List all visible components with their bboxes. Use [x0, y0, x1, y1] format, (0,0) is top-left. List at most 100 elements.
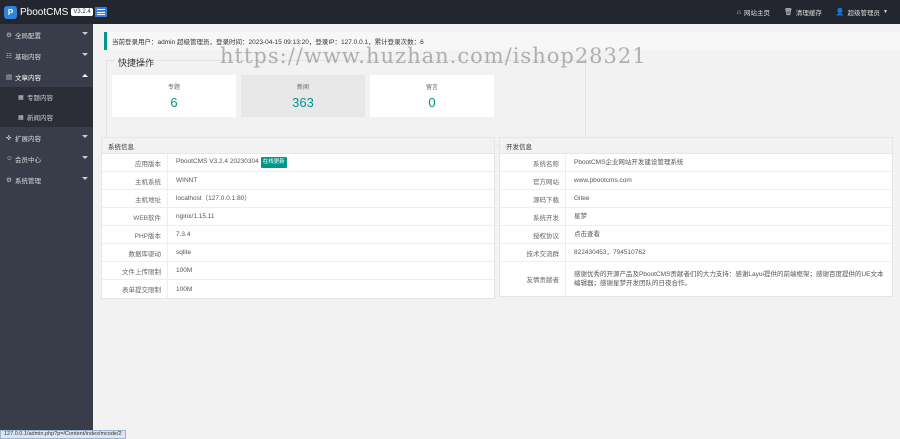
row-value: 7.3.4 [176, 231, 191, 238]
gitee-link[interactable]: Gitee [566, 194, 892, 203]
table-row: PHP版本 7.3.4 [102, 226, 494, 244]
quick-actions-title: 快捷操作 [115, 56, 158, 69]
row-key: 技术交流群 [500, 244, 566, 261]
table-row: 技术交流群 822430453，794510762 [500, 244, 892, 262]
card-label: 留言 [425, 85, 438, 91]
sidebar-subitem-news[interactable]: ▦ 新闻内容 [0, 107, 93, 127]
quick-card-topic[interactable]: 专题 6 [112, 75, 236, 117]
user-icon: ☺ [6, 155, 13, 162]
table-row: 官方网站 www.pbootcms.com [500, 172, 892, 190]
sidebar-subitem-topic[interactable]: ▦ 专题内容 [0, 87, 93, 107]
gear-icon: ⚙ [6, 31, 12, 39]
row-key: 主机地址 [102, 190, 168, 207]
sidebar-item-global-config[interactable]: ⚙ 全局配置 [0, 24, 93, 45]
sidebar-item-label: 全局配置 [15, 32, 41, 40]
table-row: 数据库驱动 sqlite [102, 244, 494, 262]
row-value: nginx/1.15.11 [176, 213, 215, 220]
system-info-panel: 系统信息 应用版本 PbootCMS V3.2.4 20230304 在线更新 主… [101, 137, 495, 299]
row-key: 友情贡献者 [500, 262, 566, 296]
row-value: PbootCMS企业网站开发建设管理系统 [574, 159, 684, 166]
table-row: 系统开发 星梦 [500, 208, 892, 226]
row-value: 感谢优秀的开源产品及PbootCMS贡献者们的大力支持：感谢Layui提供的前端… [574, 271, 884, 287]
row-value: 100M [176, 267, 193, 274]
row-value: WINNT [176, 177, 198, 184]
license-link[interactable]: 点击查看 [566, 230, 892, 239]
clear-cache-label: 清理缓存 [795, 10, 822, 17]
card-label: 新闻 [296, 85, 309, 91]
chevron-down-icon [82, 135, 88, 138]
chevron-down-icon [82, 156, 88, 159]
panel-title: 开发信息 [500, 138, 892, 154]
table-row: 源码下载 Gitee [500, 190, 892, 208]
browser-status-bar: 127.0.0.1/admin.php?p=/Content/index/mco… [0, 430, 126, 439]
row-value: 100M [176, 285, 193, 293]
logo-mark: P [4, 5, 17, 19]
sidebar-subitem-label: 新闻内容 [27, 115, 53, 122]
sidebar-item-label: 扩展内容 [15, 135, 41, 143]
card-value: 0 [428, 95, 436, 110]
online-update-button[interactable]: 在线更新 [260, 157, 287, 168]
brand-name: PbootCMS [20, 6, 69, 18]
puzzle-icon: ✜ [6, 134, 12, 142]
sidebar: ⚙ 全局配置 ☷ 基础内容 ▤ 文章内容 ▦ 专题内容 ▦ 新闻内容 ✜ 扩展内… [0, 24, 93, 439]
trash-icon: 🗑 [783, 9, 793, 16]
row-key: 系统开发 [500, 208, 566, 225]
dev-info-panel: 开发信息 系统名称 PbootCMS企业网站开发建设管理系统 官方网站 www.pb… [499, 137, 893, 297]
table-row: 友情贡献者 感谢优秀的开源产品及PbootCMS贡献者们的大力支持：感谢Layui… [500, 262, 892, 296]
menu-toggle-icon[interactable] [95, 7, 107, 17]
user-icon: 👤 [835, 9, 845, 16]
chevron-down-icon [82, 177, 88, 180]
user-menu[interactable]: 👤 超级管理员 ▼ [836, 7, 888, 17]
table-row: 表单提交限制 100M [102, 280, 494, 298]
quick-card-news[interactable]: 新闻 363 [241, 75, 365, 117]
row-value: sqlite [176, 249, 192, 256]
site-home-label: 网站主页 [743, 10, 770, 17]
sliders-icon: ☷ [6, 52, 12, 60]
row-value: 822430453，794510762 [574, 249, 646, 256]
sidebar-item-label: 会员中心 [15, 156, 41, 164]
clear-cache-link[interactable]: 🗑 清理缓存 [784, 7, 822, 17]
card-label: 专题 [167, 85, 180, 91]
row-key: 主机系统 [102, 172, 168, 189]
sidebar-item-member[interactable]: ☺ 会员中心 [0, 148, 93, 169]
doc-icon: ▦ [18, 114, 24, 121]
sidebar-item-basic-content[interactable]: ☷ 基础内容 [0, 45, 93, 66]
sidebar-submenu: ▦ 专题内容 ▦ 新闻内容 [0, 87, 93, 127]
card-value: 363 [292, 95, 314, 110]
sidebar-item-extension[interactable]: ✜ 扩展内容 [0, 127, 93, 148]
sidebar-item-label: 基础内容 [15, 53, 41, 61]
site-home-link[interactable]: ⌂ 网站主页 [736, 7, 770, 18]
row-value: localhost（127.0.0.1:80） [176, 195, 251, 202]
card-value: 6 [170, 95, 178, 110]
doc-icon: ▦ [18, 94, 24, 101]
sidebar-subitem-label: 专题内容 [27, 95, 53, 102]
row-key: 文件上传限制 [102, 262, 168, 279]
row-key: 授权协议 [500, 226, 566, 243]
row-key: 系统名称 [500, 154, 566, 171]
table-row: 主机系统 WINNT [102, 172, 494, 190]
row-key: 数据库驱动 [102, 244, 168, 261]
chevron-down-icon [82, 32, 88, 35]
file-icon: ▤ [6, 73, 13, 81]
table-row: 应用版本 PbootCMS V3.2.4 20230304 在线更新 [102, 154, 494, 172]
table-row: 文件上传限制 100M [102, 262, 494, 280]
quick-card-message[interactable]: 留言 0 [370, 75, 494, 117]
sidebar-item-system[interactable]: ⚙ 系统管理 [0, 169, 93, 190]
table-row: 授权协议 点击查看 [500, 226, 892, 244]
official-site-link[interactable]: www.pbootcms.com [566, 176, 892, 185]
row-key: 官方网站 [500, 172, 566, 189]
table-row: 主机地址 localhost（127.0.0.1:80） [102, 190, 494, 208]
sidebar-item-article-content[interactable]: ▤ 文章内容 [0, 66, 93, 87]
row-key: 应用版本 [102, 154, 168, 171]
row-key: 源码下载 [500, 190, 566, 207]
panel-title: 系统信息 [102, 138, 494, 154]
sidebar-item-label: 文章内容 [15, 74, 41, 82]
cog-icon: ⚙ [6, 176, 12, 184]
chevron-up-icon [82, 74, 88, 77]
logo[interactable]: P PbootCMS V3.2.4 [0, 0, 93, 24]
row-key: WEB软件 [102, 208, 168, 225]
login-info-bar: 当前登录用户：admin 超级管理员，登录时间：2023-04-15 09:13… [104, 32, 900, 50]
sidebar-item-label: 系统管理 [15, 177, 41, 185]
home-icon: ⌂ [736, 8, 741, 16]
top-header: P PbootCMS V3.2.4 ⌂ 网站主页 🗑 清理缓存 👤 超级管理员 … [0, 0, 900, 24]
